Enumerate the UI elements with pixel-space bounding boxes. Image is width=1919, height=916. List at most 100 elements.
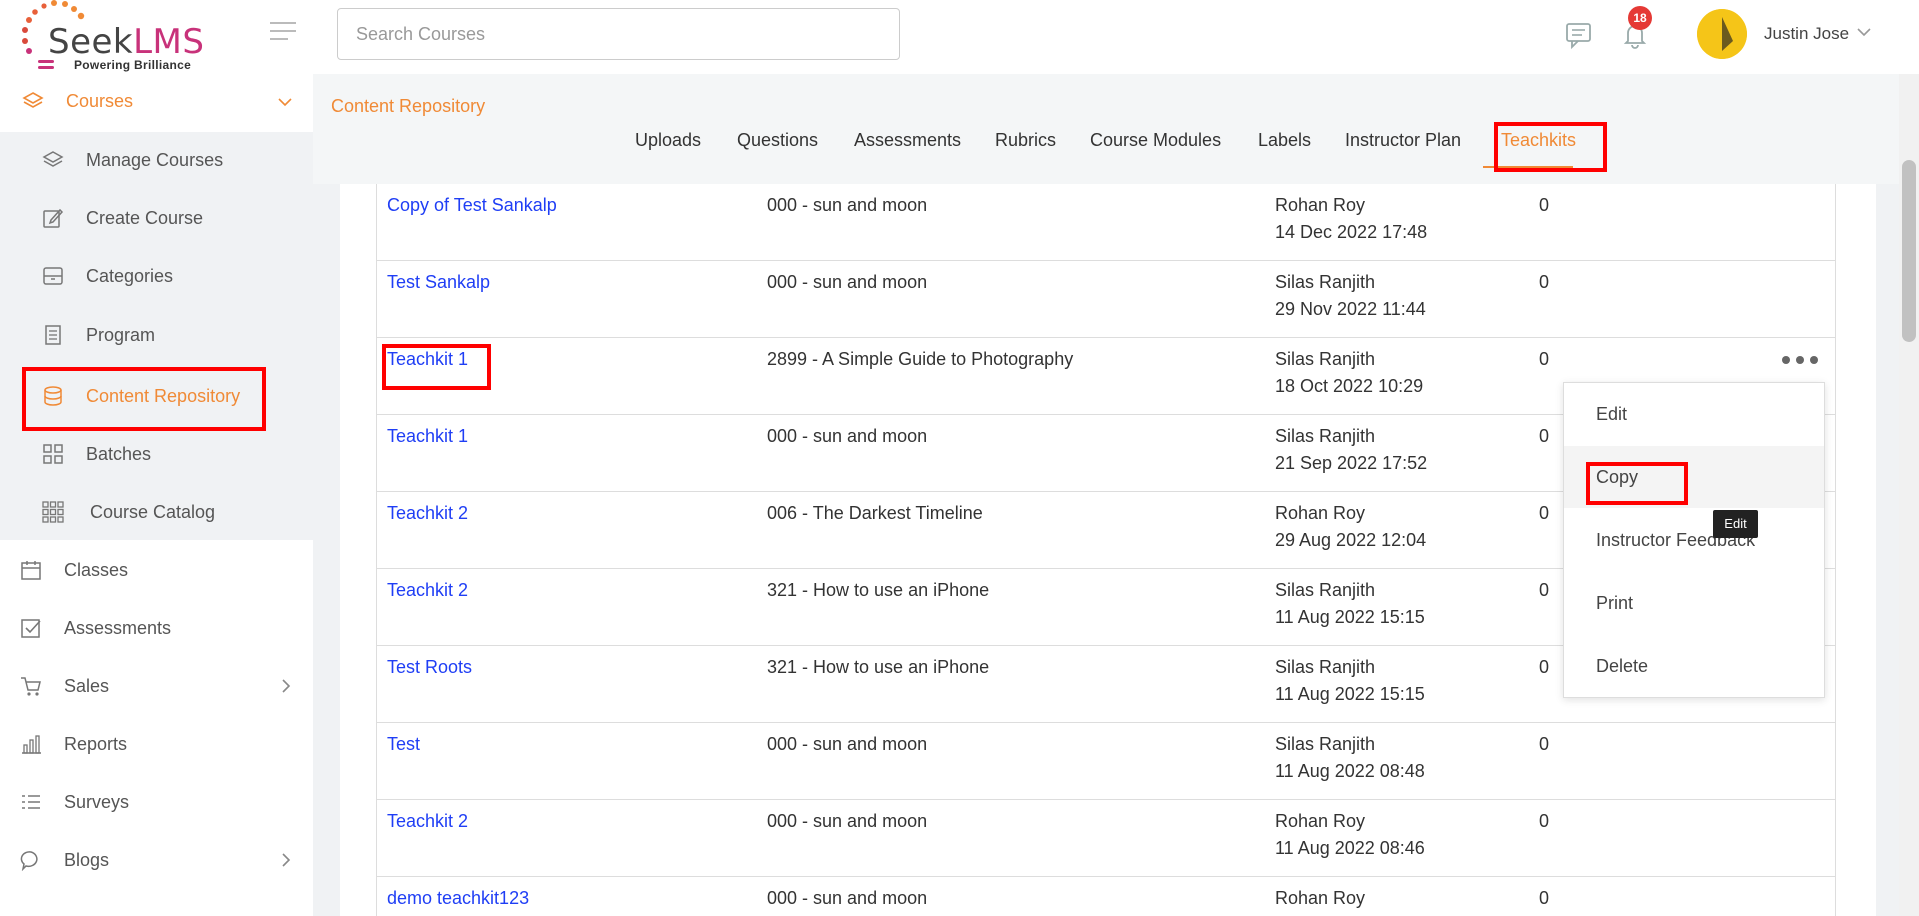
sidebar-item-course-catalog[interactable]: Course Catalog xyxy=(40,499,215,525)
created-date: 29 Aug 2022 12:04 xyxy=(1275,530,1427,550)
content-header xyxy=(313,74,1919,184)
sidebar-item-categories[interactable]: Categories xyxy=(40,263,173,289)
search-input[interactable] xyxy=(337,8,900,60)
sidebar-item-label: Assessments xyxy=(64,617,172,638)
sidebar-item-label: Create Course xyxy=(86,207,204,228)
created-date: 11 Aug 2022 08:48 xyxy=(1275,761,1425,781)
sidebar-item-label: Reports xyxy=(64,733,128,754)
tab-uploads[interactable]: Uploads xyxy=(635,130,701,151)
created-date: 14 Dec 2022 17:48 xyxy=(1275,222,1428,242)
sidebar-item-sales[interactable]: Sales xyxy=(18,673,109,699)
sidebar-item-label: Surveys xyxy=(64,791,130,812)
sidebar-item-label: Course Catalog xyxy=(90,501,216,522)
document-icon xyxy=(40,322,66,348)
repository-tabs: Uploads Questions Assessments Rubrics Co… xyxy=(0,130,1919,160)
notifications-badge: 18 xyxy=(1628,6,1652,30)
chevron-right-icon[interactable] xyxy=(280,852,292,868)
checkbox-icon xyxy=(18,615,44,641)
sidebar-item-assessments[interactable]: Assessments xyxy=(18,615,171,641)
teachkit-name-link[interactable]: Teachkit 2 xyxy=(387,580,468,601)
layers-icon xyxy=(20,88,46,114)
table-row: Test 000 - sun and moon Silas Ranjith 11… xyxy=(376,723,1836,800)
menu-item-copy[interactable]: Copy xyxy=(1564,446,1824,508)
teachkit-name-link[interactable]: Test Sankalp xyxy=(387,272,490,293)
usage-count: 0 xyxy=(1539,580,1550,600)
menu-item-delete[interactable]: Delete xyxy=(1564,635,1824,697)
sidebar-item-label: Classes xyxy=(64,559,129,580)
sidebar-item-label: Content Repository xyxy=(86,385,241,406)
bar-chart-icon xyxy=(18,731,44,757)
tab-labels[interactable]: Labels xyxy=(1258,130,1311,151)
tab-assessments[interactable]: Assessments xyxy=(854,130,961,151)
course-name: 000 - sun and moon xyxy=(767,426,928,446)
chevron-down-icon[interactable] xyxy=(1856,26,1872,38)
usage-count: 0 xyxy=(1539,503,1550,523)
list-icon xyxy=(18,789,44,815)
chevron-down-icon[interactable] xyxy=(277,96,293,108)
teachkit-name-link[interactable]: Test Roots xyxy=(387,657,472,678)
teachkit-name-link[interactable]: Teachkit 2 xyxy=(387,811,468,832)
edit-icon xyxy=(40,205,66,231)
created-date: 11 Aug 2022 15:15 xyxy=(1275,607,1425,627)
sidebar-item-label: Categories xyxy=(86,265,174,286)
user-name[interactable]: Justin Jose xyxy=(1764,24,1849,44)
teachkit-name-link[interactable]: demo teachkit123 xyxy=(387,888,529,909)
table-row: Teachkit 2 000 - sun and moon Rohan Roy … xyxy=(376,800,1836,877)
sidebar-item-courses[interactable]: Courses xyxy=(20,88,133,114)
sidebar-item-label: Sales xyxy=(64,675,110,696)
sidebar-item-classes[interactable]: Classes xyxy=(18,557,128,583)
chevron-right-icon[interactable] xyxy=(280,678,292,694)
menu-item-print[interactable]: Print xyxy=(1564,572,1824,634)
seeklms-logo[interactable]: SeekLMS Powering Brilliance xyxy=(18,0,208,74)
sidebar-item-program[interactable]: Program xyxy=(40,322,155,348)
author-name: Silas Ranjith xyxy=(1275,657,1376,677)
course-name: 000 - sun and moon xyxy=(767,272,928,292)
sidebar-item-surveys[interactable]: Surveys xyxy=(18,789,129,815)
sidebar-item-label: Program xyxy=(86,324,156,345)
table-row: demo teachkit123 000 - sun and moon Roha… xyxy=(376,877,1836,916)
breadcrumb[interactable]: Content Repository xyxy=(331,96,485,117)
teachkit-name-link[interactable]: Teachkit 1 xyxy=(387,426,468,447)
created-date: 29 Nov 2022 11:44 xyxy=(1275,299,1426,319)
menu-toggle-icon[interactable] xyxy=(270,22,296,42)
course-name: 000 - sun and moon xyxy=(767,195,928,215)
sidebar-item-batches[interactable]: Batches xyxy=(40,441,151,467)
logo-wordmark: SeekLMS xyxy=(48,22,205,62)
author-name: Silas Ranjith xyxy=(1275,426,1376,446)
teachkit-name-link[interactable]: Copy of Test Sankalp xyxy=(387,195,557,216)
author-name: Rohan Roy xyxy=(1275,503,1366,523)
course-name: 006 - The Darkest Timeline xyxy=(767,503,983,523)
teachkit-name-link[interactable]: Teachkit 1 xyxy=(387,349,468,370)
author-name: Rohan Roy xyxy=(1275,195,1366,215)
tab-teachkits[interactable]: Teachkits xyxy=(1501,130,1576,151)
tab-instructor-plan[interactable]: Instructor Plan xyxy=(1345,130,1461,151)
menu-item-instructor-feedback[interactable]: Instructor Feedback xyxy=(1564,509,1824,571)
user-avatar[interactable] xyxy=(1697,9,1747,59)
apps-icon xyxy=(40,499,66,525)
teachkit-name-link[interactable]: Test xyxy=(387,734,420,755)
more-options-icon[interactable] xyxy=(1782,348,1818,372)
menu-item-edit[interactable]: Edit xyxy=(1564,383,1824,445)
course-name: 000 - sun and moon xyxy=(767,888,928,908)
tab-rubrics[interactable]: Rubrics xyxy=(995,130,1056,151)
usage-count: 0 xyxy=(1539,888,1550,908)
usage-count: 0 xyxy=(1539,349,1550,369)
sidebar-item-content-repository[interactable]: Content Repository xyxy=(40,383,240,409)
tab-questions[interactable]: Questions xyxy=(737,130,818,151)
sidebar-item-label: Blogs xyxy=(64,849,110,870)
scrollbar-thumb[interactable] xyxy=(1902,160,1916,342)
author-name: Silas Ranjith xyxy=(1275,734,1376,754)
sidebar-item-blogs[interactable]: Blogs xyxy=(18,847,109,873)
teachkit-name-link[interactable]: Teachkit 2 xyxy=(387,503,468,524)
messages-icon[interactable] xyxy=(1564,20,1594,50)
usage-count: 0 xyxy=(1539,195,1550,215)
created-date: 11 Aug 2022 08:46 xyxy=(1275,838,1425,858)
sidebar-item-create-course[interactable]: Create Course xyxy=(40,205,203,231)
tab-course-modules[interactable]: Course Modules xyxy=(1090,130,1221,151)
author-name: Rohan Roy xyxy=(1275,888,1366,908)
database-icon xyxy=(40,383,66,409)
sidebar-item-reports[interactable]: Reports xyxy=(18,731,127,757)
archive-icon xyxy=(40,263,66,289)
calendar-icon xyxy=(18,557,44,583)
author-name: Rohan Roy xyxy=(1275,811,1366,831)
